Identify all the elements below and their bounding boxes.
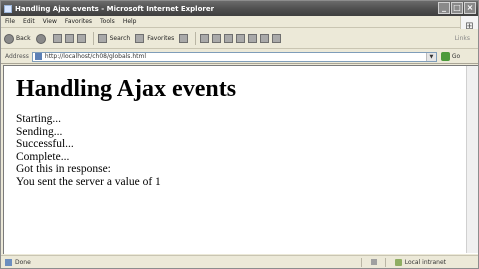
intranet-zone-icon (394, 259, 402, 266)
close-button[interactable]: × (464, 2, 476, 14)
status-separator (385, 258, 386, 267)
favorites-label: Favorites (147, 35, 175, 42)
mail-icon[interactable] (212, 34, 222, 43)
page-done-icon (5, 258, 12, 266)
search-button[interactable]: Search (97, 34, 131, 43)
star-icon (135, 34, 145, 43)
back-button[interactable]: Back (4, 33, 31, 44)
log-line: Complete... (16, 150, 70, 163)
log-line: Successful... (16, 138, 74, 151)
page-heading: Handling Ajax events (16, 76, 237, 102)
favorites-button[interactable]: Favorites (135, 34, 174, 43)
status-separator (361, 258, 362, 267)
forward-arrow-icon (35, 33, 46, 44)
menu-help[interactable]: Help (123, 18, 137, 25)
maximize-button[interactable]: □ (451, 2, 463, 14)
menu-edit[interactable]: Edit (23, 18, 35, 25)
media-icon[interactable] (179, 34, 189, 43)
window-controls: _ □ × (438, 2, 476, 14)
log-line: Sending... (16, 125, 63, 138)
status-text: Done (15, 258, 31, 266)
print-icon[interactable] (224, 34, 234, 43)
log-line: Got this in response: (16, 163, 111, 176)
vertical-scrollbar[interactable] (466, 66, 478, 253)
refresh-icon[interactable] (64, 34, 74, 43)
search-label: Search (109, 35, 131, 42)
edit-icon[interactable] (236, 34, 246, 43)
menu-tools[interactable]: Tools (100, 18, 115, 25)
stop-icon[interactable] (52, 34, 62, 43)
back-label: Back (16, 35, 31, 42)
home-icon[interactable] (76, 34, 86, 43)
go-button[interactable]: Go (440, 52, 461, 61)
browser-window: Handling Ajax events - Microsoft Interne… (0, 0, 479, 269)
page-content: Handling Ajax events Starting... Sending… (3, 65, 478, 254)
lock-icon (371, 259, 377, 265)
title-bar: Handling Ajax events - Microsoft Interne… (1, 1, 478, 16)
page-icon (34, 53, 42, 60)
toolbar-separator (92, 32, 94, 45)
discuss-icon[interactable] (248, 34, 258, 43)
dropdown-arrow-icon[interactable]: ▼ (425, 52, 436, 61)
menu-view[interactable]: View (43, 18, 57, 25)
address-bar: Address http://localhost/ch08/globals.ht… (1, 50, 478, 64)
menu-file[interactable]: File (5, 18, 15, 25)
ie-logo-icon (4, 4, 12, 13)
event-log: Starting... Sending... Successful... Com… (16, 113, 161, 189)
research-icon[interactable] (272, 34, 282, 43)
security-zone: Local intranet (394, 259, 446, 266)
address-label: Address (5, 53, 29, 60)
standard-toolbar: Back Search Favorites Links (1, 29, 478, 49)
search-icon (97, 34, 107, 43)
forward-button[interactable] (35, 33, 48, 44)
menu-favorites[interactable]: Favorites (65, 18, 92, 25)
back-arrow-icon (4, 33, 14, 44)
toolbar-separator (195, 32, 197, 45)
links-label[interactable]: Links (455, 35, 470, 42)
status-bar: Done Local intranet (1, 255, 478, 268)
zone-label: Local intranet (404, 259, 446, 266)
address-input[interactable]: http://localhost/ch08/globals.html ▼ (31, 51, 437, 62)
go-arrow-icon (440, 52, 450, 61)
window-title: Handling Ajax events - Microsoft Interne… (15, 4, 215, 13)
menu-bar: File Edit View Favorites Tools Help (1, 16, 478, 28)
go-label: Go (451, 53, 461, 60)
log-line: Starting... (16, 113, 62, 125)
address-url: http://localhost/ch08/globals.html (44, 53, 146, 60)
history-icon[interactable] (200, 34, 210, 43)
messenger-icon[interactable] (260, 34, 270, 43)
minimize-button[interactable]: _ (438, 2, 450, 14)
log-line: You sent the server a value of 1 (16, 175, 161, 188)
